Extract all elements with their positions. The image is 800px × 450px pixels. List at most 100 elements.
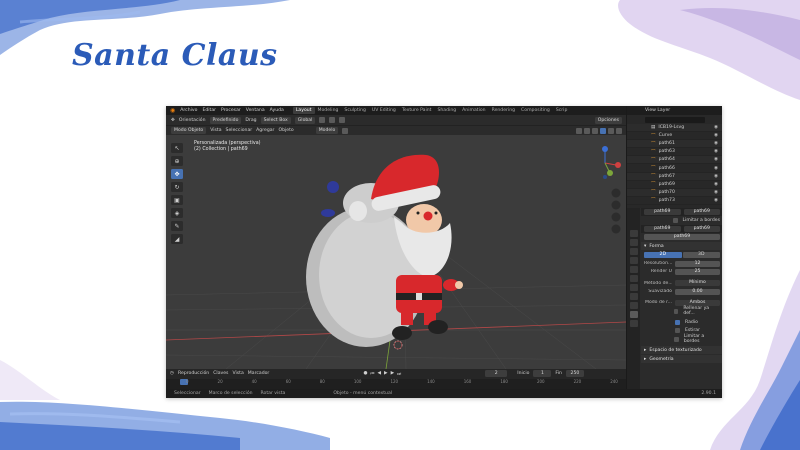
material-tab-icon[interactable] — [629, 320, 638, 327]
visibility-eye-icon[interactable]: ◉ — [714, 141, 718, 146]
next-key-icon[interactable]: ▶ — [391, 371, 395, 377]
menu-vista[interactable]: Vista — [210, 128, 221, 133]
proportional-edit-icon[interactable] — [339, 117, 346, 123]
render-shading-icon[interactable] — [616, 127, 622, 134]
data-name-field[interactable]: path69 — [683, 209, 720, 216]
shading-dropdown[interactable]: Modelo — [315, 127, 339, 134]
outliner-row[interactable]: ⌒ path66 ◉ — [627, 164, 722, 173]
stretch-checkbox[interactable] — [675, 328, 680, 334]
jump-start-icon[interactable]: ⏮ — [370, 371, 374, 377]
output-tab-icon[interactable] — [629, 248, 638, 255]
view-layer-tab-icon[interactable] — [629, 257, 638, 264]
scene-tab-icon[interactable] — [629, 266, 638, 273]
santa-model[interactable] — [306, 154, 463, 347]
clamp-checkbox[interactable] — [674, 336, 679, 342]
drag-dropdown[interactable]: Select Box — [260, 116, 291, 124]
transform-icon[interactable]: ◈ — [171, 208, 183, 218]
select-cursor-icon[interactable]: ↖ — [171, 143, 183, 153]
tab-scripting[interactable]: Scrip — [553, 107, 571, 114]
fill-deform-checkbox[interactable] — [673, 308, 679, 314]
twist-dropdown[interactable]: Mínimo — [675, 280, 720, 287]
wireframe-shading-icon[interactable] — [592, 127, 598, 134]
outliner-row[interactable]: ⌒ path67 ◉ — [627, 172, 722, 181]
render-tab-icon[interactable] — [629, 239, 638, 246]
resolution-field[interactable]: 12 — [675, 260, 720, 267]
mode-dropdown[interactable]: Modo Objeto — [171, 127, 207, 134]
menu-ayuda[interactable]: Ayuda — [270, 108, 284, 113]
pivot-icon[interactable] — [319, 117, 326, 123]
prev-key-icon[interactable]: ◀ — [377, 371, 381, 377]
transform-orientation-dropdown[interactable]: Global — [294, 116, 316, 124]
tab-layout[interactable]: Layout — [292, 107, 315, 114]
outliner-search-input[interactable] — [645, 116, 705, 123]
menu-seleccionar[interactable]: Seleccionar — [226, 128, 253, 133]
menu-editar[interactable]: Editar — [202, 108, 216, 113]
orientation-dropdown[interactable]: Predefinido — [209, 116, 242, 124]
measure-icon[interactable]: ◢ — [171, 234, 183, 244]
navigation-gizmo[interactable] — [602, 146, 621, 179]
tab-animation[interactable]: Animation — [459, 107, 488, 114]
transform-tool-icon[interactable]: ✥ — [171, 118, 175, 123]
visibility-eye-icon[interactable]: ◉ — [714, 190, 718, 195]
outliner-row[interactable]: ⌒ path64 ◉ — [627, 156, 722, 165]
visibility-eye-icon[interactable]: ◉ — [714, 157, 718, 162]
menu-reproduccion[interactable]: Reproducción — [178, 371, 209, 376]
timeline-editor-icon[interactable]: ◷ — [170, 371, 174, 376]
record-icon[interactable]: ● — [363, 371, 367, 377]
outliner-row[interactable]: ⌒ path70 ◉ — [627, 188, 722, 197]
outliner-row[interactable]: ⌒ path63 ◉ — [627, 148, 722, 157]
datablock-field[interactable]: path69 — [644, 234, 720, 241]
annotate-icon[interactable]: ✎ — [171, 221, 183, 231]
menu-objeto[interactable]: Objeto — [278, 128, 293, 133]
visibility-eye-icon[interactable]: ◉ — [714, 125, 718, 130]
view-options-icon[interactable] — [342, 127, 349, 134]
tab-rendering[interactable]: Rendering — [489, 107, 518, 114]
section-texture-space[interactable]: ▸ Espacio de texturizado — [641, 346, 722, 355]
object-tab-icon[interactable] — [629, 284, 638, 291]
outliner-row[interactable]: ⌒ path61 ◉ — [627, 140, 722, 149]
snap-icon[interactable] — [329, 117, 336, 123]
start-frame-field[interactable]: 1 — [533, 370, 552, 377]
zoom-icon[interactable] — [611, 188, 621, 198]
solid-shading-icon[interactable] — [600, 127, 606, 134]
camera-view-icon[interactable] — [611, 212, 621, 222]
visibility-eye-icon[interactable]: ◉ — [714, 149, 718, 154]
world-tab-icon[interactable] — [629, 275, 638, 282]
radius-checkbox[interactable] — [675, 319, 680, 325]
material-shading-icon[interactable] — [608, 127, 614, 134]
menu-procesar[interactable]: Procesar — [221, 108, 241, 113]
overlay-icon[interactable] — [576, 127, 582, 134]
tab-uv-editing[interactable]: UV Editing — [369, 107, 399, 114]
play-icon[interactable]: ▶ — [384, 371, 388, 377]
tool-tab-icon[interactable] — [629, 230, 638, 237]
move-icon[interactable]: ✥ — [171, 169, 183, 179]
render-u-field[interactable]: 25 — [675, 268, 720, 275]
pan-hand-icon[interactable] — [611, 200, 621, 210]
gizmo-y-axis[interactable] — [607, 170, 613, 176]
physics-tab-icon[interactable] — [629, 302, 638, 309]
tab-sculpting[interactable]: Sculpting — [341, 107, 368, 114]
scale-icon[interactable]: ▣ — [171, 195, 183, 205]
section-shape[interactable]: ▾ Forma — [641, 242, 722, 251]
outliner-row[interactable]: ⌒ path73 ◉ — [627, 197, 722, 205]
visibility-eye-icon[interactable]: ◉ — [714, 174, 718, 179]
jump-end-icon[interactable]: ⏭ — [397, 371, 401, 377]
menu-vista-timeline[interactable]: Vista — [232, 371, 243, 376]
outliner-row[interactable]: ⌒ path69 ◉ — [627, 181, 722, 189]
visibility-eye-icon[interactable]: ◉ — [714, 133, 718, 138]
fill-dropdown[interactable]: Ambos — [675, 299, 720, 306]
context-data-field[interactable]: path69 — [683, 225, 720, 232]
grid-view-icon[interactable] — [611, 224, 621, 234]
outliner-row[interactable]: ⌒ Curve ◉ — [627, 132, 722, 141]
menu-agregar[interactable]: Agregar — [256, 128, 274, 133]
smooth-field[interactable]: 0.00 — [675, 288, 720, 295]
gizmo-neg-z[interactable] — [603, 175, 607, 179]
tab-texture-paint[interactable]: Texture Paint — [399, 107, 435, 114]
menu-archivo[interactable]: Archivo — [180, 108, 197, 113]
tab-shading[interactable]: Shading — [434, 107, 459, 114]
outliner-row[interactable]: ▤ ICB19-Lsvg ◉ — [627, 124, 722, 133]
section-geometry[interactable]: ▸ Geometría — [641, 355, 722, 364]
current-frame-field[interactable]: 2 — [485, 370, 508, 377]
visibility-eye-icon[interactable]: ◉ — [714, 198, 718, 203]
curve-data-tab-icon[interactable] — [629, 311, 638, 318]
